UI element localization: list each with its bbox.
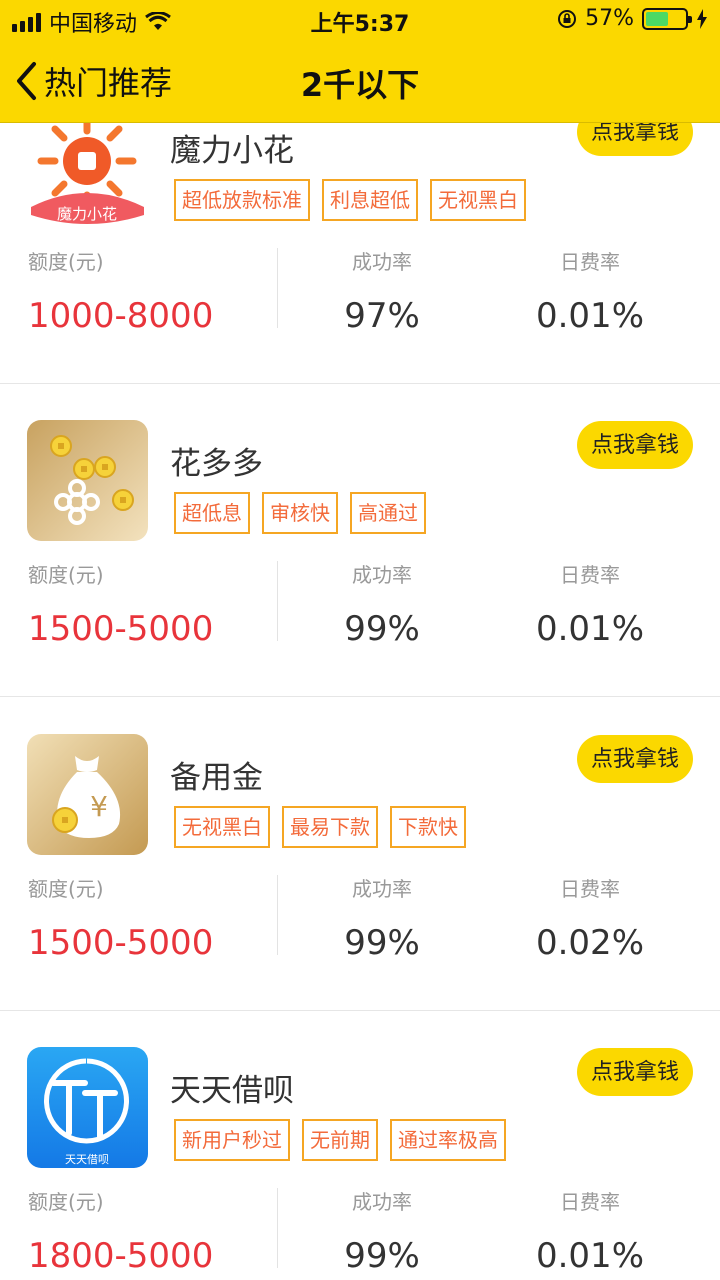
- battery-fill: [646, 11, 668, 26]
- battery-icon: [642, 7, 692, 30]
- feature-tag: 无前期: [302, 1119, 378, 1161]
- success-rate-label: 成功率: [352, 563, 412, 587]
- daily-rate-value: 0.02%: [535, 923, 644, 963]
- feature-tag: 审核快: [262, 492, 338, 534]
- get-money-button[interactable]: 点我拿钱: [577, 735, 693, 783]
- daily-rate-value: 0.01%: [535, 1236, 644, 1276]
- amount-label: 额度(元): [28, 563, 104, 587]
- amount-value: 1000-8000: [28, 296, 214, 336]
- svg-text:¥: ¥: [90, 790, 108, 823]
- daily-rate-value: 0.01%: [535, 609, 644, 649]
- amount-label: 额度(元): [28, 1190, 104, 1214]
- product-card[interactable]: ¥ 备用金 无视黑白 最易下款 下款快 点我拿钱 额度(元) 成功率 日费率 1…: [0, 698, 720, 1011]
- feature-tag: 高通过: [350, 492, 426, 534]
- feature-tag: 无视黑白: [174, 806, 270, 848]
- charging-bolt-icon: [697, 8, 707, 29]
- success-rate-value: 99%: [344, 609, 420, 649]
- amount-value: 1500-5000: [28, 923, 214, 963]
- success-rate-value: 97%: [344, 296, 420, 336]
- money-bag-logo-icon: ¥: [27, 734, 148, 855]
- feature-tag: 新用户秒过: [174, 1119, 290, 1161]
- sun-coin-logo-icon: 魔力小花: [27, 123, 148, 228]
- amount-value: 1500-5000: [28, 609, 214, 649]
- daily-rate-label: 日费率: [560, 250, 620, 274]
- product-card[interactable]: 天天借呗 天天借呗 新用户秒过 无前期 通过率极高 点我拿钱 额度(元) 成功率…: [0, 1011, 720, 1280]
- divider: [277, 875, 278, 955]
- daily-rate-label: 日费率: [560, 877, 620, 901]
- divider: [277, 1188, 278, 1268]
- tag-list: 超低放款标准 利息超低 无视黑白: [174, 179, 526, 221]
- success-rate-label: 成功率: [352, 250, 412, 274]
- amount-label: 额度(元): [28, 877, 104, 901]
- orientation-lock-icon: [558, 9, 577, 28]
- get-money-button[interactable]: 点我拿钱: [577, 1048, 693, 1096]
- nav-bar: 热门推荐 2千以下: [0, 40, 720, 123]
- product-card[interactable]: 花多多 超低息 审核快 高通过 点我拿钱 额度(元) 成功率 日费率 1500-…: [0, 384, 720, 697]
- get-money-button[interactable]: 点我拿钱: [577, 123, 693, 156]
- product-name: 魔力小花: [170, 133, 294, 169]
- battery-percent: 57%: [585, 6, 634, 31]
- tag-list: 无视黑白 最易下款 下款快: [174, 806, 466, 848]
- divider: [277, 561, 278, 641]
- product-card[interactable]: 魔力小花 魔力小花 超低放款标准 利息超低 无视黑白 点我拿钱 额度(元) 成功…: [0, 123, 720, 384]
- daily-rate-value: 0.01%: [535, 296, 644, 336]
- feature-tag: 无视黑白: [430, 179, 526, 221]
- gold-coins-flower-logo-icon: [27, 420, 148, 541]
- tt-logo-icon: 天天借呗: [27, 1047, 148, 1168]
- feature-tag: 下款快: [390, 806, 466, 848]
- feature-tag: 利息超低: [322, 179, 418, 221]
- amount-value: 1800-5000: [28, 1236, 214, 1276]
- product-name: 备用金: [170, 760, 263, 796]
- tag-list: 超低息 审核快 高通过: [174, 492, 426, 534]
- get-money-button[interactable]: 点我拿钱: [577, 421, 693, 469]
- success-rate-label: 成功率: [352, 877, 412, 901]
- app-header: 中国移动 上午5:37 57% 热门推荐 2千以下: [0, 0, 720, 123]
- svg-text:魔力小花: 魔力小花: [57, 205, 117, 223]
- feature-tag: 超低放款标准: [174, 179, 310, 221]
- product-name: 花多多: [170, 446, 263, 482]
- success-rate-value: 99%: [344, 923, 420, 963]
- daily-rate-label: 日费率: [560, 1190, 620, 1214]
- page-title: 2千以下: [300, 66, 420, 104]
- daily-rate-label: 日费率: [560, 563, 620, 587]
- status-right: 57%: [557, 6, 708, 31]
- success-rate-value: 99%: [344, 1236, 420, 1276]
- success-rate-label: 成功率: [352, 1190, 412, 1214]
- feature-tag: 最易下款: [282, 806, 378, 848]
- divider: [277, 248, 278, 328]
- feature-tag: 超低息: [174, 492, 250, 534]
- amount-label: 额度(元): [28, 250, 104, 274]
- tag-list: 新用户秒过 无前期 通过率极高: [174, 1119, 506, 1161]
- product-name: 天天借呗: [170, 1073, 294, 1109]
- product-list[interactable]: 魔力小花 魔力小花 超低放款标准 利息超低 无视黑白 点我拿钱 额度(元) 成功…: [0, 123, 720, 1280]
- svg-text:天天借呗: 天天借呗: [65, 1153, 109, 1166]
- feature-tag: 通过率极高: [390, 1119, 506, 1161]
- status-bar: 中国移动 上午5:37 57%: [0, 0, 720, 40]
